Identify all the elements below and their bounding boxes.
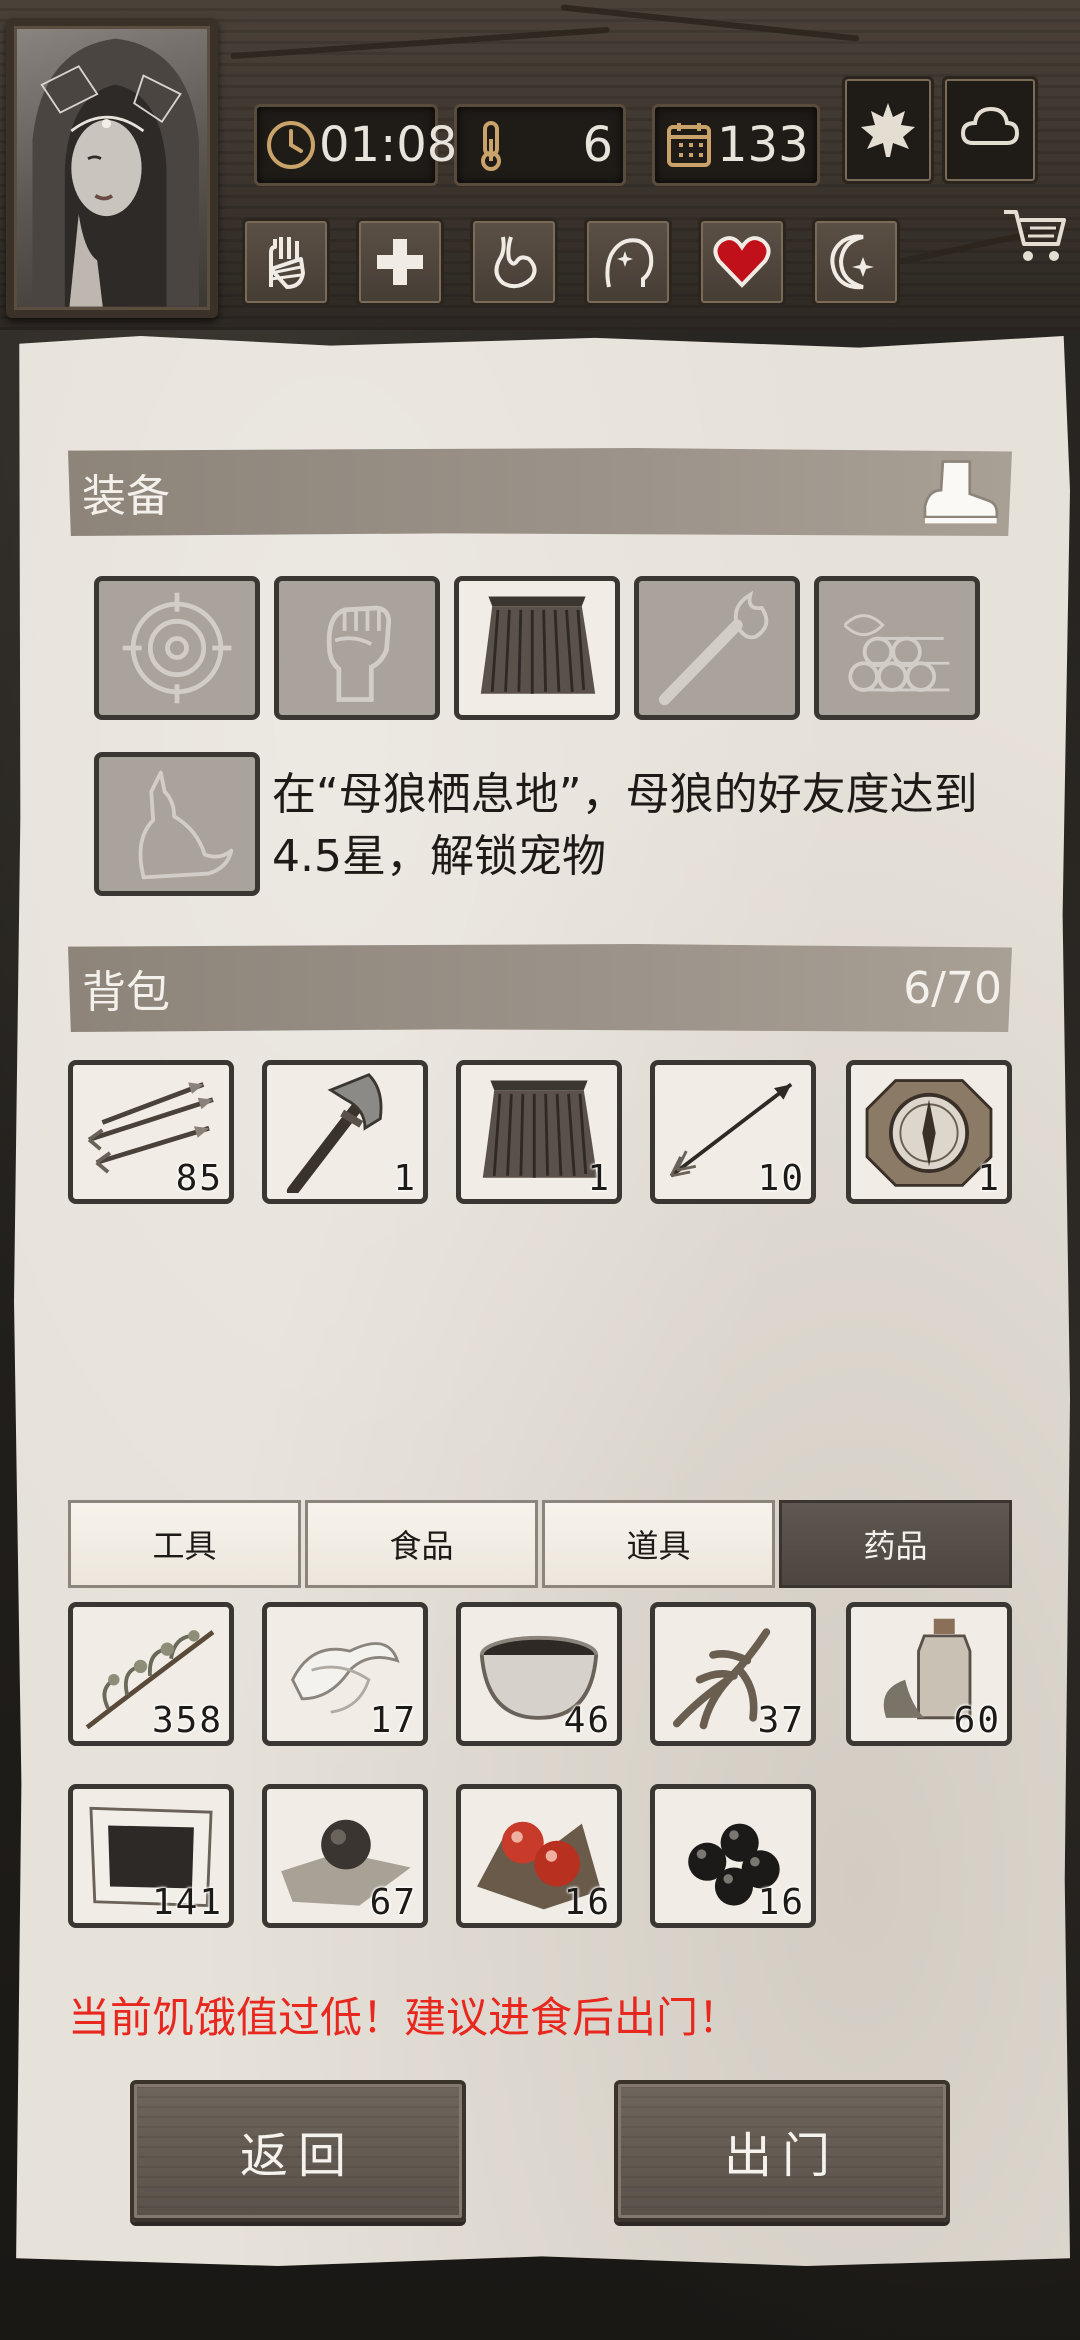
item-quantity: 37: [757, 1700, 805, 1741]
go-out-button[interactable]: 出门: [614, 2080, 950, 2222]
vine-decoration: [230, 26, 610, 60]
time-display: 01:08: [254, 104, 457, 186]
equip-slot-hand[interactable]: [274, 576, 440, 720]
storage-item-herb[interactable]: 358: [68, 1602, 234, 1746]
item-quantity: 358: [151, 1700, 223, 1741]
tab-food[interactable]: 食品: [305, 1500, 538, 1588]
hand-bandage-icon: [269, 237, 305, 289]
storage-item-pill[interactable]: 67: [262, 1784, 428, 1928]
item-quantity: 16: [757, 1882, 805, 1923]
maple-leaf-icon: [861, 103, 915, 157]
boot-icon[interactable]: [916, 450, 1012, 534]
storage-item-bottle[interactable]: 60: [846, 1602, 1012, 1746]
day-counter: 133: [652, 104, 820, 186]
backpack-item-skirt[interactable]: 1: [456, 1060, 622, 1204]
cloud-icon: [960, 106, 1020, 145]
tab-items[interactable]: 道具: [542, 1500, 775, 1588]
storage-item-bandage[interactable]: 17: [262, 1602, 428, 1746]
backpack-item-arrows[interactable]: 85: [68, 1060, 234, 1204]
backpack-title: 背包: [82, 967, 170, 1018]
storage-item-bowl[interactable]: 46: [456, 1602, 622, 1746]
head-sparkle-icon: [605, 238, 654, 288]
season-indicator[interactable]: [842, 76, 934, 184]
item-quantity: 46: [563, 1700, 611, 1741]
storage-item-ginseng[interactable]: 37: [650, 1602, 816, 1746]
firewood-icon: [843, 614, 950, 692]
thermometer-icon: [481, 121, 501, 171]
item-quantity: 1: [393, 1158, 417, 1199]
backpack-capacity: 6/70: [903, 962, 1002, 1014]
status-sleep[interactable]: [812, 218, 900, 306]
vine-decoration: [560, 4, 860, 42]
character-portrait[interactable]: [6, 18, 218, 318]
storage-item-black-berries[interactable]: 16: [650, 1784, 816, 1928]
backpack-item-compass[interactable]: 1: [846, 1060, 1012, 1204]
status-hunger[interactable]: [470, 218, 558, 306]
equip-slot-weapon[interactable]: [94, 576, 260, 720]
shop-cart-icon[interactable]: [1000, 200, 1070, 270]
tab-tools[interactable]: 工具: [68, 1500, 301, 1588]
status-health[interactable]: [356, 218, 444, 306]
hooded-woman-portrait: [32, 38, 199, 307]
storage-item-paste[interactable]: 141: [68, 1784, 234, 1928]
equip-slot-fuel[interactable]: [814, 576, 980, 720]
temperature-display: 6: [454, 104, 626, 186]
pet-unlock-hint: 在“母狼栖息地”，母狼的好友度达到4.5星，解锁宠物: [272, 769, 978, 882]
item-quantity: 1: [977, 1158, 1001, 1199]
equipment-title: 装备: [82, 471, 170, 522]
grass-skirt-icon: [480, 596, 596, 694]
status-mind[interactable]: [584, 218, 672, 306]
weather-indicator[interactable]: [942, 76, 1038, 184]
target-icon: [122, 592, 232, 704]
equip-slot-light[interactable]: [634, 576, 800, 720]
status-heart[interactable]: [698, 218, 786, 306]
medical-cross-icon: [377, 239, 423, 285]
item-quantity: 141: [151, 1882, 223, 1923]
status-hand[interactable]: [242, 218, 330, 306]
item-quantity: 17: [369, 1700, 417, 1741]
item-quantity: 10: [757, 1158, 805, 1199]
fist-icon: [326, 605, 392, 702]
stomach-icon: [494, 236, 537, 289]
clock-icon: [267, 121, 315, 169]
time-value: 01:08: [319, 117, 458, 173]
tab-medicine[interactable]: 药品: [779, 1500, 1012, 1588]
backpack-header: 背包 6/70: [68, 944, 1012, 1032]
equip-slot-clothing[interactable]: [454, 576, 620, 720]
item-quantity: 85: [175, 1158, 223, 1199]
hunger-warning: 当前饥饿值过低！建议进食后出门！: [68, 1993, 741, 2042]
item-quantity: 16: [563, 1882, 611, 1923]
calendar-icon: [667, 123, 711, 167]
moon-star-icon: [830, 234, 874, 290]
item-quantity: 67: [369, 1882, 417, 1923]
temperature-value: 6: [582, 117, 613, 173]
howling-wolf-icon: [138, 770, 234, 880]
storage-item-red-berries[interactable]: 16: [456, 1784, 622, 1928]
storage-tabs: 工具 食品 道具 药品: [68, 1500, 1012, 1588]
torch-icon: [658, 590, 769, 706]
day-value: 133: [717, 117, 809, 173]
backpack-item-axe[interactable]: 1: [262, 1060, 428, 1204]
item-quantity: 1: [587, 1158, 611, 1199]
equipment-header: 装备: [68, 448, 1012, 536]
heart-icon: [713, 236, 771, 288]
pet-slot[interactable]: [94, 752, 260, 896]
item-quantity: 60: [953, 1700, 1001, 1741]
back-button[interactable]: 返回: [130, 2080, 466, 2222]
backpack-item-arrow[interactable]: 10: [650, 1060, 816, 1204]
